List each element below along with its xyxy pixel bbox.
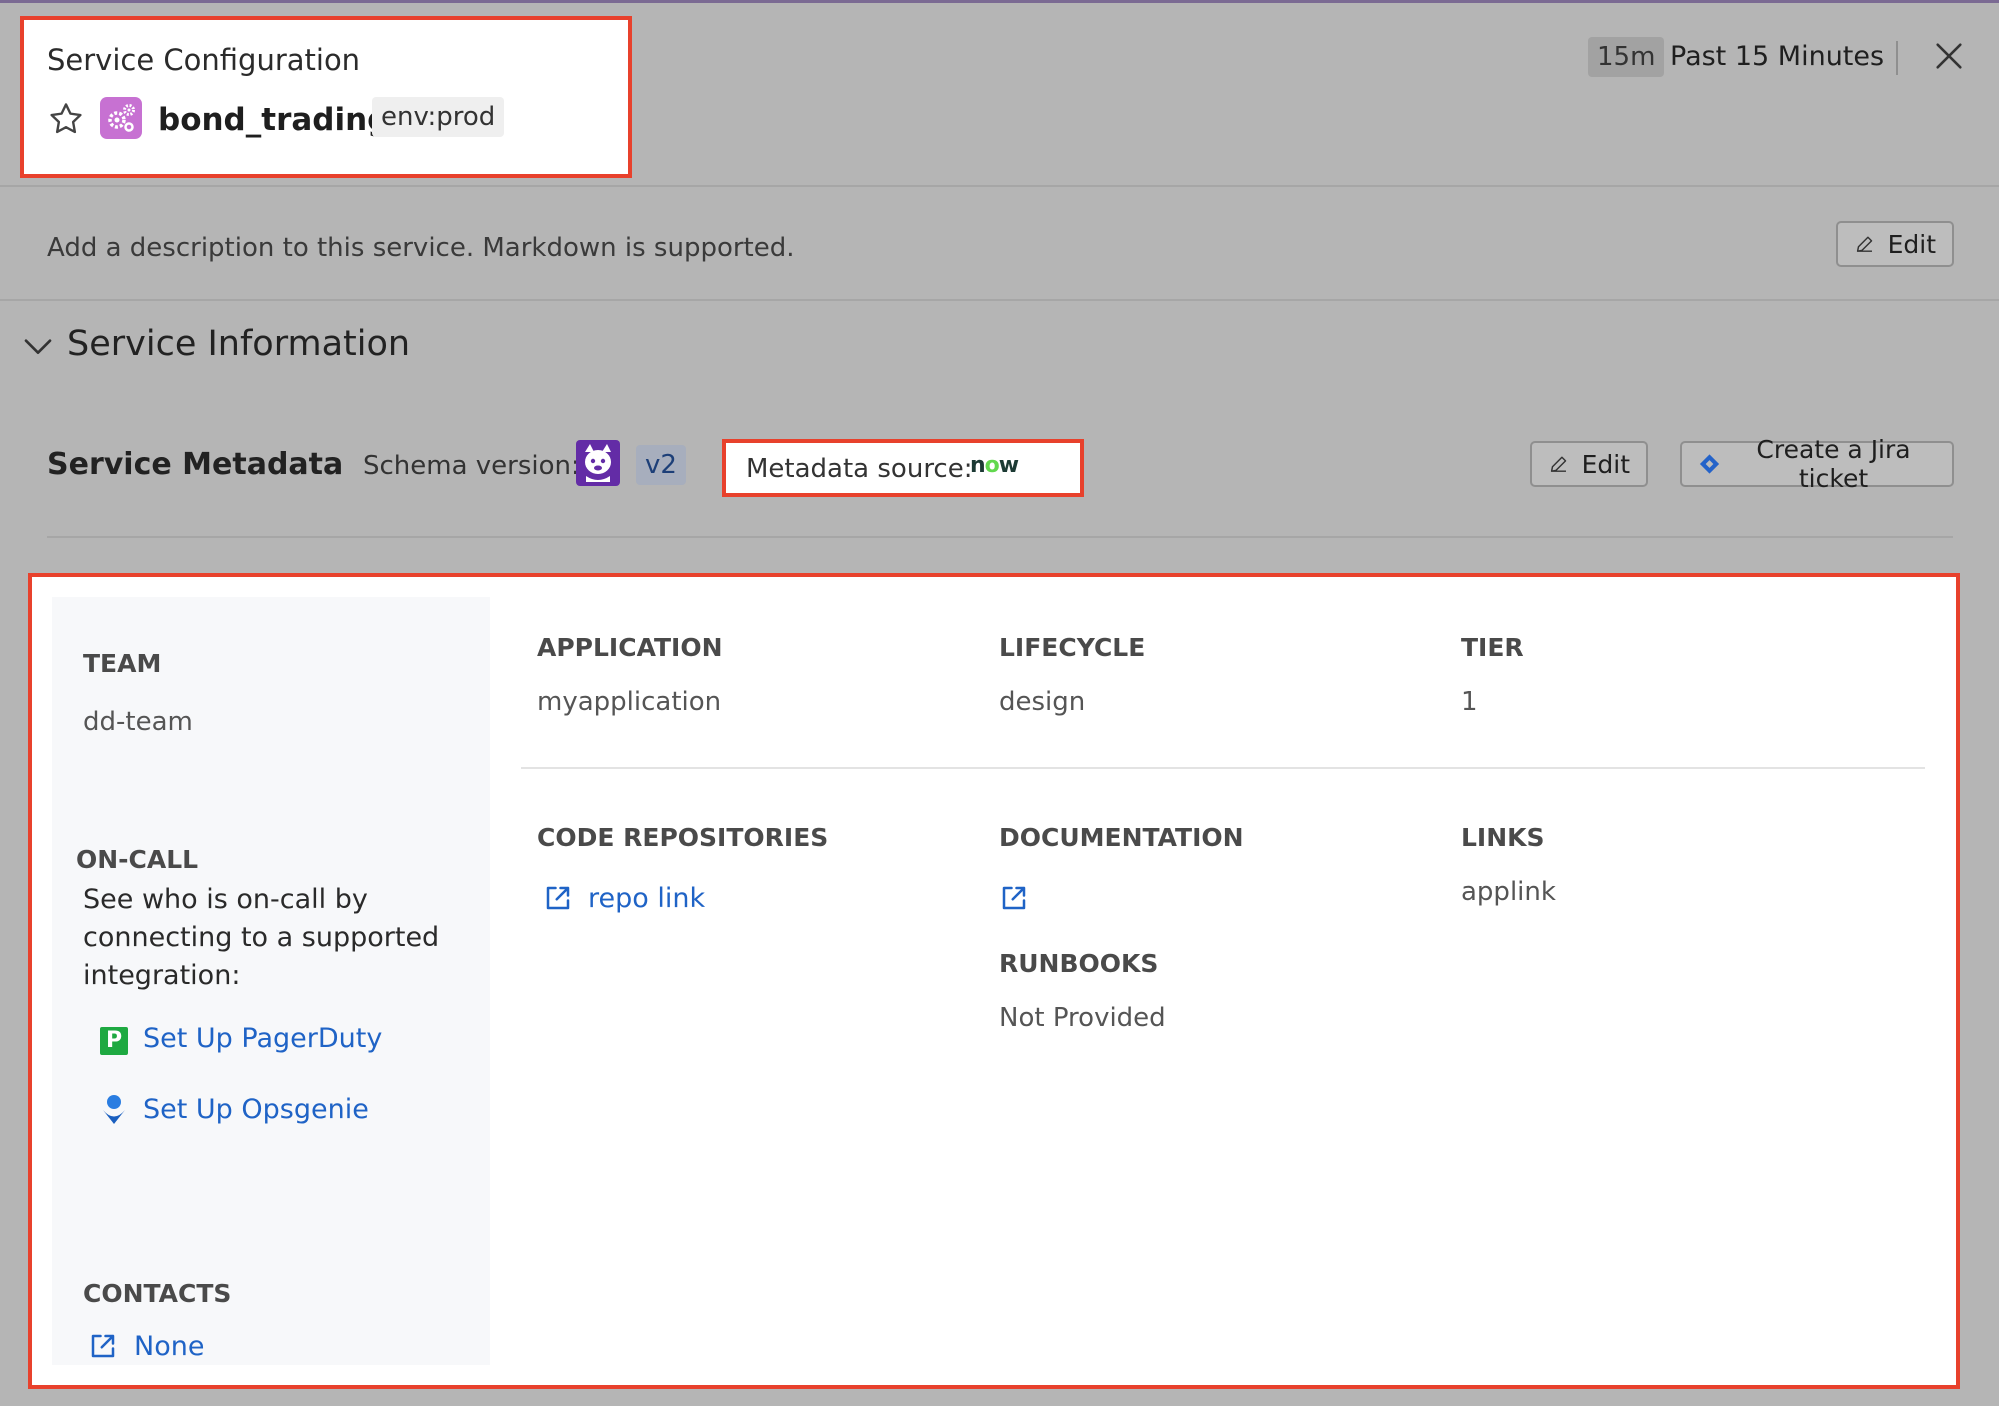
service-config-highlight: Service Configuration bond_trading env:p…: [20, 16, 632, 178]
create-jira-ticket-button[interactable]: Create a Jira ticket: [1680, 435, 1954, 493]
service-name: bond_trading: [158, 102, 390, 138]
lifecycle-label: LIFECYCLE: [999, 633, 1146, 662]
tier-value: 1: [1461, 687, 1478, 717]
metadata-edit-label: Edit: [1581, 449, 1630, 479]
setup-pagerduty-link[interactable]: Set Up PagerDuty: [143, 1023, 382, 1054]
tier-label: TIER: [1461, 633, 1524, 662]
external-link-icon: [91, 1334, 115, 1358]
pencil-icon: [1550, 456, 1567, 472]
opsgenie-icon: [103, 1095, 125, 1124]
datadog-icon: [576, 440, 620, 486]
lifecycle-value: design: [999, 687, 1086, 717]
schema-version-label: Schema version:: [363, 451, 580, 481]
external-link-icon: [546, 886, 570, 910]
jira-icon: [1699, 454, 1720, 474]
jira-button-label: Create a Jira ticket: [1756, 435, 1911, 493]
panel-divider: [521, 767, 1925, 769]
oncall-label: ON-CALL: [76, 845, 199, 874]
metadata-edit-button[interactable]: Edit: [1530, 441, 1648, 487]
repo-link[interactable]: repo link: [588, 883, 705, 914]
description-edit-button[interactable]: Edit: [1836, 221, 1954, 267]
documentation-link-icon[interactable]: [999, 883, 1029, 913]
time-range-badge[interactable]: 15m: [1588, 37, 1665, 77]
service-metadata-label: Service Metadata: [47, 447, 344, 482]
documentation-label: DOCUMENTATION: [999, 823, 1244, 852]
schema-version-badge: v2: [636, 445, 686, 485]
pencil-icon: [1856, 236, 1873, 252]
description-row: Add a description to this service. Markd…: [0, 189, 1999, 301]
close-icon[interactable]: [1932, 39, 1966, 73]
team-label: TEAM: [83, 649, 162, 678]
links-label: LINKS: [1461, 823, 1545, 852]
application-label: APPLICATION: [537, 633, 723, 662]
oncall-description: See who is on-call by connecting to a su…: [83, 884, 440, 991]
runbooks-value: Not Provided: [999, 1003, 1166, 1033]
metadata-panel-highlight: TEAM dd-team ON-CALL See who is on-call …: [28, 573, 1960, 1389]
runbooks-label: RUNBOOKS: [999, 949, 1159, 978]
chevron-down-icon[interactable]: [22, 330, 54, 362]
code-repositories-label: CODE REPOSITORIES: [537, 823, 829, 852]
service-gears-icon: [100, 97, 142, 139]
service-information-title[interactable]: Service Information: [67, 324, 410, 364]
description-placeholder: Add a description to this service. Markd…: [47, 233, 795, 263]
applink-link[interactable]: applink: [1461, 877, 1556, 907]
metadata-source-label: Metadata source:: [746, 454, 973, 484]
description-edit-label: Edit: [1887, 229, 1936, 259]
pagerduty-icon: P: [100, 1027, 128, 1055]
contacts-none-link[interactable]: None: [134, 1331, 204, 1362]
team-value: dd-team: [83, 707, 193, 737]
star-icon[interactable]: [47, 100, 85, 138]
metadata-source-highlight: Metadata source: now: [722, 439, 1084, 497]
header: Service Configuration bond_trading env:p…: [0, 3, 1999, 187]
header-divider: [1896, 41, 1898, 75]
contacts-label: CONTACTS: [83, 1279, 232, 1308]
ownership-column: TEAM dd-team ON-CALL See who is on-call …: [52, 597, 490, 1365]
metadata-divider: [47, 536, 1953, 538]
env-tag[interactable]: env:prod: [372, 97, 505, 137]
setup-opsgenie-link[interactable]: Set Up Opsgenie: [143, 1094, 369, 1125]
application-value: myapplication: [537, 687, 722, 717]
time-range-label[interactable]: Past 15 Minutes: [1670, 41, 1884, 72]
servicenow-logo: now: [970, 453, 1019, 478]
page-title: Service Configuration: [47, 43, 361, 77]
